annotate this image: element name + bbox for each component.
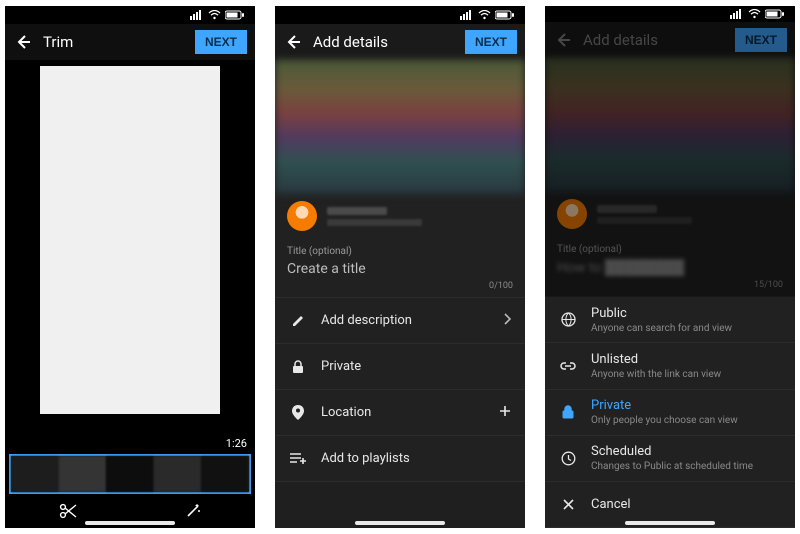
next-button[interactable]: NEXT xyxy=(465,30,517,54)
user-info xyxy=(327,207,422,226)
option-private[interactable]: Private Only people you choose can view xyxy=(545,390,795,436)
home-indicator xyxy=(355,521,445,525)
trim-area: 1:26 xyxy=(5,60,255,528)
user-row xyxy=(275,194,525,238)
screen-add-details: Add details NEXT Title (optional) Create… xyxy=(275,6,525,528)
dimmed-background: Add details NEXT Title (optional) How to… xyxy=(545,22,795,297)
title-field[interactable]: Title (optional) Create a title 0/100 xyxy=(275,238,525,298)
screen-title: Add details xyxy=(313,33,455,51)
video-preview[interactable] xyxy=(40,66,220,414)
app-bar: Add details NEXT xyxy=(545,22,795,58)
battery-icon xyxy=(225,10,245,20)
wifi-icon xyxy=(748,9,761,19)
signal-icon xyxy=(190,10,204,20)
row-playlists[interactable]: Add to playlists xyxy=(275,436,525,482)
row-label: Location xyxy=(321,405,485,420)
row-label: Private xyxy=(321,359,511,374)
title-label: Title (optional) xyxy=(287,246,513,257)
user-row xyxy=(545,192,795,236)
title-input[interactable]: Create a title xyxy=(287,261,513,277)
video-duration: 1:26 xyxy=(226,437,247,450)
home-indicator xyxy=(625,521,715,525)
screen-title: Add details xyxy=(583,31,725,49)
title-field: Title (optional) How to ████████ 15/100 xyxy=(545,236,795,297)
row-label: Add description xyxy=(321,313,489,328)
back-icon xyxy=(553,30,573,50)
next-button: NEXT xyxy=(735,28,787,52)
details-body: Title (optional) Create a title 0/100 Ad… xyxy=(275,60,525,528)
close-icon xyxy=(559,498,577,511)
clock-icon xyxy=(559,451,577,466)
status-bar xyxy=(5,6,255,24)
battery-icon xyxy=(495,10,515,20)
magic-wand-icon[interactable] xyxy=(184,502,202,524)
app-bar: Trim NEXT xyxy=(5,24,255,60)
trim-timeline[interactable] xyxy=(9,454,251,494)
screen-privacy-sheet: Add details NEXT Title (optional) How to… xyxy=(545,6,795,528)
link-icon xyxy=(559,361,577,371)
back-icon[interactable] xyxy=(13,32,33,52)
avatar xyxy=(557,199,587,229)
lock-icon xyxy=(289,360,307,374)
option-sub: Anyone can search for and view xyxy=(591,323,781,334)
signal-icon xyxy=(460,10,474,20)
option-label: Scheduled xyxy=(591,444,781,459)
location-icon xyxy=(289,405,307,420)
globe-icon xyxy=(559,312,577,327)
option-sub: Anyone with the link can view xyxy=(591,369,781,380)
option-label: Unlisted xyxy=(591,352,781,367)
home-indicator xyxy=(85,521,175,525)
next-button[interactable]: NEXT xyxy=(195,30,247,54)
title-counter: 15/100 xyxy=(557,280,783,290)
row-label: Add to playlists xyxy=(321,451,511,466)
row-description[interactable]: Add description xyxy=(275,298,525,344)
lock-icon xyxy=(559,405,577,419)
option-label: Public xyxy=(591,306,781,321)
title-counter: 0/100 xyxy=(287,281,513,291)
pencil-icon xyxy=(289,314,307,328)
battery-icon xyxy=(765,9,785,19)
avatar xyxy=(287,201,317,231)
screen-title: Trim xyxy=(43,33,185,51)
signal-icon xyxy=(730,9,744,19)
option-label: Private xyxy=(591,398,781,413)
option-sub: Changes to Public at scheduled time xyxy=(591,461,781,472)
option-scheduled[interactable]: Scheduled Changes to Public at scheduled … xyxy=(545,436,795,482)
option-label: Cancel xyxy=(591,497,781,512)
row-location[interactable]: Location xyxy=(275,390,525,436)
video-thumbnail[interactable] xyxy=(275,60,525,194)
option-public[interactable]: Public Anyone can search for and view xyxy=(545,297,795,343)
plus-icon xyxy=(499,405,511,421)
video-thumbnail xyxy=(545,58,795,192)
back-icon[interactable] xyxy=(283,32,303,52)
status-bar xyxy=(545,6,795,22)
title-label: Title (optional) xyxy=(557,244,783,255)
playlist-add-icon xyxy=(289,453,307,465)
wifi-icon xyxy=(208,10,221,20)
wifi-icon xyxy=(478,10,491,20)
title-input: How to ████████ xyxy=(557,259,783,276)
chevron-right-icon xyxy=(503,313,511,329)
app-bar: Add details NEXT xyxy=(275,24,525,60)
scissors-icon[interactable] xyxy=(58,503,78,523)
option-sub: Only people you choose can view xyxy=(591,415,781,426)
row-privacy[interactable]: Private xyxy=(275,344,525,390)
option-unlisted[interactable]: Unlisted Anyone with the link can view xyxy=(545,343,795,389)
status-bar xyxy=(275,6,525,24)
screen-trim: Trim NEXT 1:26 xyxy=(5,6,255,528)
